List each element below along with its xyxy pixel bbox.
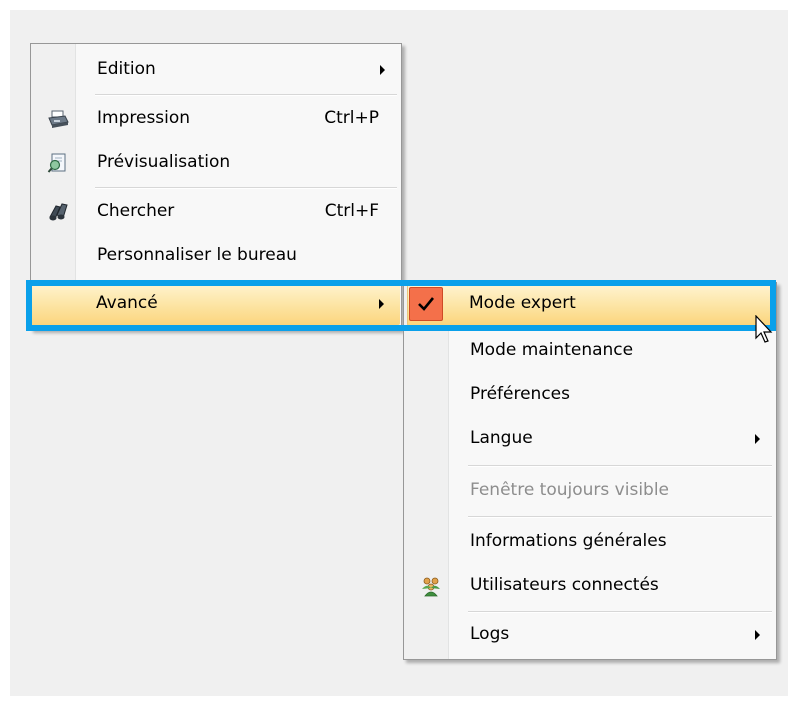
menu-item-logs[interactable]: Logs — [406, 613, 774, 657]
menu-separator — [95, 187, 397, 189]
menu-item-label: Prévisualisation — [97, 152, 231, 172]
submenu-arrow-icon — [380, 65, 385, 75]
menu-item-label: Impression — [97, 108, 191, 128]
menu-item-label: Edition — [97, 59, 156, 79]
menu-item-fenetre-toujours-visible: Fenêtre toujours visible — [406, 469, 774, 513]
menu-item-label: Logs — [470, 624, 510, 644]
submenu-arrow-icon — [755, 434, 760, 444]
menu-item-impression[interactable]: Impression Ctrl+P — [33, 97, 399, 141]
menu-item-label: Chercher — [97, 201, 175, 221]
menu-item-edition[interactable]: Edition — [33, 48, 399, 92]
menu-item-utilisateurs-connectes[interactable]: Utilisateurs connectés — [406, 564, 774, 608]
menu-item-mode-maintenance[interactable]: Mode maintenance — [406, 329, 774, 373]
binoculars-icon — [47, 201, 69, 223]
menu-item-shortcut: Ctrl+F — [324, 201, 379, 221]
menu-separator — [468, 465, 772, 467]
menu-item-label: Personnaliser le bureau — [97, 245, 297, 265]
menu-item-label: Informations générales — [470, 531, 667, 551]
users-icon — [420, 575, 442, 597]
menu-item-shortcut: Ctrl+P — [324, 108, 379, 128]
menu-item-label: Mode maintenance — [470, 340, 634, 360]
submenu-avance: Mode maintenance Préférences Langue Fenê… — [403, 282, 777, 660]
menu-separator — [468, 516, 772, 518]
menu-item-langue[interactable]: Langue — [406, 417, 774, 461]
menu-item-label: Utilisateurs connectés — [470, 575, 659, 595]
submenu-arrow-icon — [755, 630, 760, 640]
focus-highlight-frame — [26, 280, 776, 331]
menu-item-preferences[interactable]: Préférences — [406, 373, 774, 417]
mouse-pointer-icon — [755, 315, 773, 343]
menu-item-chercher[interactable]: Chercher Ctrl+F — [33, 190, 399, 234]
menu-item-previsualisation[interactable]: Prévisualisation — [33, 141, 399, 185]
printer-icon — [47, 108, 69, 130]
menu-item-label: Fenêtre toujours visible — [470, 480, 670, 500]
menu-separator — [95, 94, 397, 96]
menu-item-label: Préférences — [470, 384, 570, 404]
menu-item-personnaliser-le-bureau[interactable]: Personnaliser le bureau — [33, 234, 399, 278]
menu-item-label: Langue — [470, 428, 533, 448]
menu-item-informations-generales[interactable]: Informations générales — [406, 520, 774, 564]
print-preview-icon — [47, 152, 69, 174]
